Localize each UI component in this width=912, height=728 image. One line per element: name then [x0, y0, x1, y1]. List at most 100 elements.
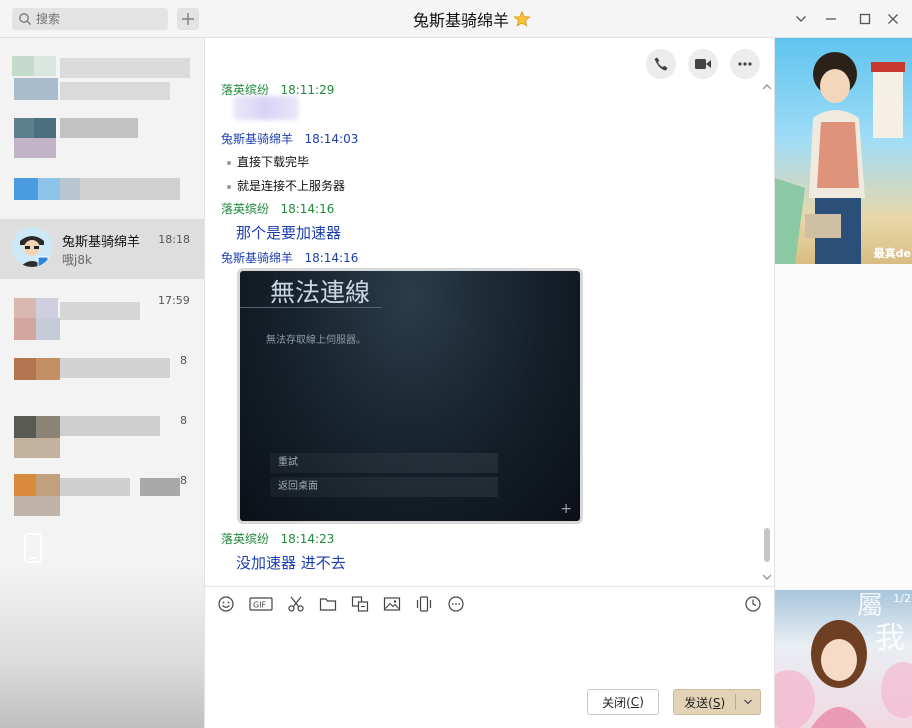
send-button[interactable]: 发送(S): [673, 689, 761, 715]
blurred-message: [233, 96, 299, 120]
contact-time-other: 8: [180, 354, 187, 367]
contact-time-other: 8: [180, 414, 187, 427]
message-time: 18:14:16: [304, 251, 359, 265]
emoji-icon: [218, 596, 234, 612]
add-button[interactable]: [177, 8, 199, 30]
message-area[interactable]: 落英缤纷 18:11:29 兔斯基骑绵羊 18:14:03 直接下载完毕 就是连…: [204, 38, 774, 586]
expand-icon: +: [560, 501, 572, 517]
close-window-button[interactable]: [883, 9, 903, 29]
title-bar: 兔斯基骑绵羊: [0, 0, 912, 38]
maximize-button[interactable]: [855, 9, 875, 29]
contact-time-other: 17:59: [158, 294, 190, 307]
window-title: 兔斯基骑绵羊: [300, 0, 644, 38]
shake-icon: [416, 596, 432, 612]
plus-icon: [182, 13, 194, 25]
contact-list[interactable]: 兔斯基骑绵羊 18:18 哦j8k 17:59 8 8 8: [0, 38, 204, 728]
message-time: 18:14:16: [280, 202, 335, 216]
send-label[interactable]: 发送(S): [674, 694, 735, 711]
show-page-indicator[interactable]: 1/2: [893, 592, 911, 605]
gif-button[interactable]: GIF: [249, 595, 273, 613]
shake-button[interactable]: [415, 595, 433, 613]
contact-item-selected[interactable]: 兔斯基骑绵羊 18:18 哦j8k: [0, 219, 204, 279]
image-body-text: 無法存取線上伺服器。: [266, 335, 366, 346]
message-text: 那个是要加速器: [236, 224, 342, 242]
close-button[interactable]: 关闭(C): [587, 689, 659, 715]
screenshot-button[interactable]: [287, 595, 305, 613]
emoji-button[interactable]: [217, 595, 235, 613]
history-icon: [745, 596, 761, 612]
more-tools-icon: [448, 596, 464, 612]
scroll-up-icon[interactable]: [761, 82, 773, 92]
svg-text:屬: 屬: [857, 591, 883, 621]
message-header: 落英缤纷 18:14:16: [221, 200, 334, 217]
message-line: 就是连接不上服务器: [227, 177, 345, 194]
file-button[interactable]: [319, 595, 337, 613]
peer-show-image[interactable]: 最真de: [775, 38, 912, 264]
avatar-image: [12, 227, 52, 267]
window-title-text: 兔斯基骑绵羊: [412, 11, 509, 30]
sender-name: 兔斯基骑绵羊: [221, 132, 294, 146]
image-option: 返回桌面: [270, 477, 498, 497]
minimize-button[interactable]: [821, 9, 841, 29]
image-button[interactable]: [383, 595, 401, 613]
input-toolbar: GIF: [217, 595, 465, 613]
message-history-button[interactable]: [744, 595, 762, 613]
sender-name: 兔斯基骑绵羊: [221, 251, 294, 265]
message-scrollbar[interactable]: [761, 82, 773, 582]
translate-icon: [351, 596, 369, 612]
contact-time: 18:18: [158, 233, 190, 246]
more-tools-button[interactable]: [447, 595, 465, 613]
sender-name: 落英缤纷: [221, 83, 270, 97]
image-heading: 無法連線: [270, 278, 371, 307]
scrollbar-thumb[interactable]: [764, 528, 770, 562]
blurred-contact-2[interactable]: [0, 98, 204, 158]
chevron-down-icon: [744, 699, 753, 705]
message-line: 直接下载完毕: [227, 153, 309, 170]
self-avatar-illustration: 屬 我: [775, 591, 912, 728]
scroll-down-icon[interactable]: [761, 572, 773, 582]
voice-call-button[interactable]: [646, 49, 676, 79]
self-show-image[interactable]: 屬 我 1/2: [775, 590, 912, 728]
message-text: 没加速器 进不去: [236, 554, 346, 572]
search-input[interactable]: [36, 10, 162, 28]
video-icon: [695, 59, 711, 69]
dropdown-button[interactable]: [791, 9, 811, 29]
chevron-down-icon: [796, 16, 806, 22]
send-options-button[interactable]: [736, 697, 760, 707]
left-background-art: [0, 568, 204, 728]
maximize-icon: [859, 13, 871, 25]
sender-name: 落英缤纷: [221, 202, 270, 216]
mobile-phone-icon[interactable]: [20, 532, 46, 564]
image-attachment[interactable]: 無法連線 無法存取線上伺服器。 重試 返回桌面 +: [237, 268, 583, 524]
show-panel: 最真de 屬 我 1/2: [774, 38, 912, 728]
search-box[interactable]: [12, 8, 168, 30]
contact-preview: 哦j8k: [62, 253, 92, 267]
contact-name: 兔斯基骑绵羊: [62, 235, 141, 250]
translate-button[interactable]: [351, 595, 369, 613]
input-area[interactable]: GIF 关闭(C) 发送(S): [204, 586, 774, 728]
message-header: 落英缤纷 18:14:23: [221, 530, 334, 547]
blurred-contact-4[interactable]: [0, 288, 204, 548]
avatar: [12, 227, 52, 267]
video-call-button[interactable]: [688, 49, 718, 79]
more-options-button[interactable]: [730, 49, 760, 79]
show-caption: 最真de: [873, 247, 911, 260]
chat-window: 兔斯基骑绵羊: [0, 0, 912, 728]
folder-icon: [319, 598, 337, 611]
svg-text:我: 我: [875, 621, 905, 656]
image-icon: [383, 597, 401, 611]
image-divider: [240, 307, 382, 308]
scissors-icon: [288, 596, 304, 612]
gif-icon: GIF: [249, 597, 273, 611]
peer-avatar-illustration: [775, 52, 905, 264]
phone-icon: [654, 57, 668, 71]
search-icon: [19, 13, 31, 25]
more-icon: [738, 62, 752, 66]
message-time: 18:14:03: [304, 132, 359, 146]
chat-toolbar: [646, 49, 760, 79]
close-icon: [888, 14, 898, 24]
minimize-icon: [826, 18, 836, 20]
blurred-contact-3[interactable]: [0, 168, 204, 218]
contact-time-other: 8: [180, 474, 187, 487]
star-icon[interactable]: [513, 10, 531, 28]
